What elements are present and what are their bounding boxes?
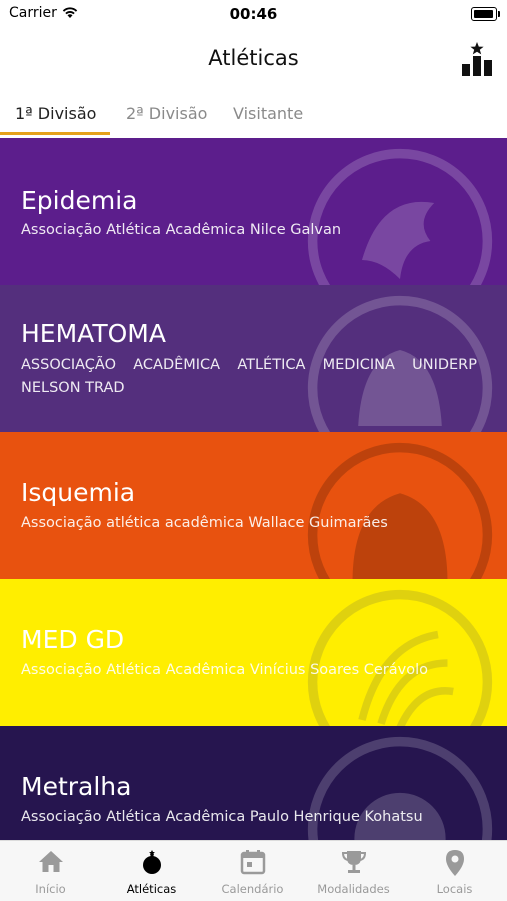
- list-item-hematoma[interactable]: HEMATOMA ASSOCIAÇÃO ACADÊMICA ATLÉTICA M…: [0, 285, 507, 432]
- atletica-description: Associação Atlética Acadêmica Paulo Henr…: [21, 809, 423, 825]
- location-pin-icon: [446, 850, 464, 876]
- tabbar-item-modalidades[interactable]: Modalidades: [303, 841, 404, 901]
- clock: 00:46: [229, 5, 278, 23]
- tabbar-label: Locais: [436, 882, 473, 896]
- active-tab-indicator: [0, 132, 110, 135]
- battery-icon: [471, 7, 500, 21]
- atletica-description: ASSOCIAÇÃO ACADÊMICA ATLÉTICA MEDICINA U…: [21, 357, 477, 396]
- headdress-logo-icon: [307, 589, 493, 726]
- eagle-logo-icon: [307, 148, 493, 285]
- atletica-description: Associação atlética acadêmica Wallace Gu…: [21, 515, 388, 531]
- atletica-description: Associação Atlética Acadêmica Vinícius S…: [21, 662, 429, 678]
- list-item-metralha[interactable]: Metralha Associação Atlética Acadêmica P…: [0, 726, 507, 840]
- atletica-name: HEMATOMA: [21, 319, 166, 348]
- status-bar: Carrier 00:46: [0, 0, 507, 28]
- tabbar-item-locais[interactable]: Locais: [404, 841, 505, 901]
- tab-segunda-divisao[interactable]: 2ª Divisão: [126, 104, 207, 123]
- tabbar-item-calendario[interactable]: Calendário: [202, 841, 303, 901]
- atletica-name: Epidemia: [21, 186, 138, 215]
- tab-primeira-divisao[interactable]: 1ª Divisão: [15, 104, 96, 123]
- ranking-podium-icon[interactable]: [459, 40, 495, 78]
- page-title: Atléticas: [208, 46, 299, 70]
- atletica-name: Metralha: [21, 772, 132, 801]
- atletica-description: Associação Atlética Acadêmica Nilce Galv…: [21, 222, 342, 238]
- list-item-med-gd[interactable]: MED GD Associação Atlética Acadêmica Vin…: [0, 579, 507, 726]
- bomb-icon: [143, 850, 161, 874]
- tabbar-label: Calendário: [221, 882, 284, 896]
- list-item-isquemia[interactable]: Isquemia Associação atlética acadêmica W…: [0, 432, 507, 579]
- tabbar-label: Início: [35, 882, 66, 896]
- list-item-epidemia[interactable]: Epidemia Associação Atlética Acadêmica N…: [0, 138, 507, 285]
- tabbar-item-atleticas[interactable]: Atléticas: [101, 841, 202, 901]
- tab-visitante[interactable]: Visitante: [233, 104, 303, 123]
- calendar-icon: [240, 850, 266, 875]
- atletica-name: MED GD: [21, 625, 125, 654]
- nav-bar: Atléticas: [0, 28, 507, 92]
- gorilla-logo-icon: [307, 442, 493, 579]
- division-tabs: 1ª Divisão 2ª Divisão Visitante: [0, 96, 507, 136]
- atletica-name: Isquemia: [21, 478, 136, 507]
- tabbar-label: Modalidades: [317, 882, 390, 896]
- atleticas-list: Epidemia Associação Atlética Acadêmica N…: [0, 138, 507, 840]
- tabbar-item-inicio[interactable]: Início: [0, 841, 101, 901]
- home-icon: [39, 851, 63, 872]
- bottom-tab-bar: Início Atléticas Calendário Modalidades: [0, 840, 507, 901]
- trophy-icon: [341, 851, 367, 873]
- tabbar-label: Atléticas: [126, 882, 177, 896]
